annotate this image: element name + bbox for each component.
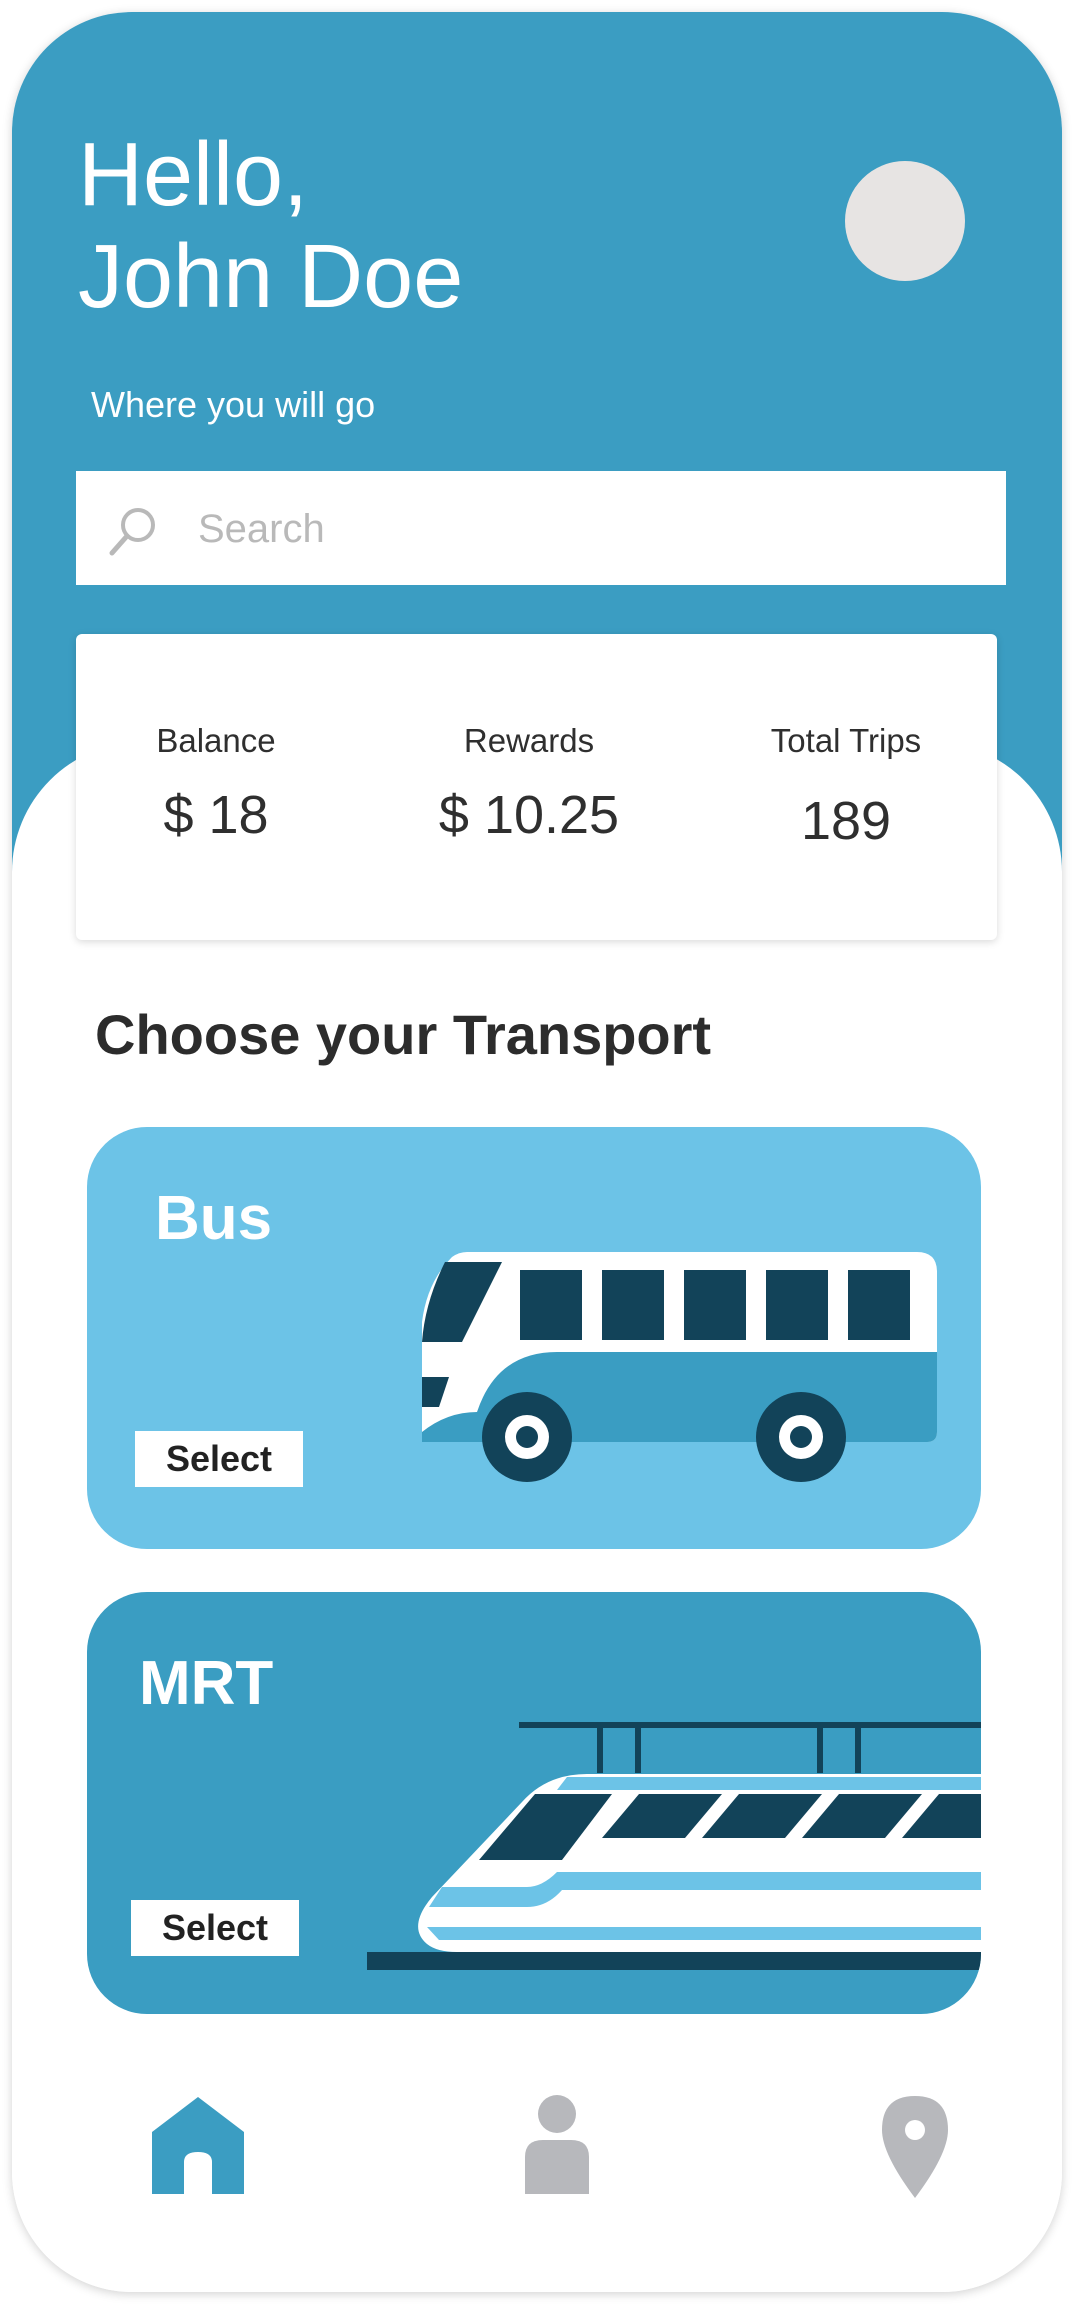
user-icon[interactable] <box>507 2092 607 2202</box>
nav-location[interactable] <box>865 2092 965 2202</box>
greeting: Hello, John Doe <box>78 124 463 328</box>
stat-label: Total Trips <box>770 722 922 759</box>
transport-name: Bus <box>155 1184 273 1253</box>
stat-label: Rewards <box>463 722 595 759</box>
stat-value: 189 <box>800 791 892 851</box>
search-icon[interactable] <box>104 501 164 561</box>
subtitle: Where you will go <box>91 384 376 425</box>
greeting-line-1: Hello, <box>78 125 309 225</box>
stat-value: $ 18 <box>163 785 269 845</box>
home-icon[interactable] <box>148 2092 248 2202</box>
transport-name: MRT <box>139 1649 274 1718</box>
phone-frame: Hello, John Doe Where you will go Balanc… <box>12 12 1062 2292</box>
transport-card-mrt[interactable]: MRT Select <box>87 1592 981 2014</box>
select-mrt-button[interactable]: Select <box>131 1900 299 1956</box>
stats-card: Balance $ 18 Rewards $ 10.25 Total Trips… <box>76 634 997 940</box>
train-illustration <box>367 1722 981 1970</box>
avatar[interactable] <box>845 161 965 281</box>
transport-card-bus[interactable]: Bus Select <box>87 1127 981 1549</box>
user-name: John Doe <box>78 227 464 327</box>
bottom-navigation <box>12 2092 1062 2222</box>
location-pin-icon[interactable] <box>865 2092 965 2202</box>
search-input[interactable] <box>196 493 980 565</box>
nav-profile[interactable] <box>507 2092 607 2202</box>
stat-label: Balance <box>156 722 276 759</box>
select-bus-button[interactable]: Select <box>135 1431 303 1487</box>
nav-home[interactable] <box>148 2092 248 2202</box>
search-bar[interactable] <box>76 471 1006 585</box>
stat-value: $ 10.25 <box>438 785 620 845</box>
section-title: Choose your Transport <box>95 1003 712 1066</box>
bus-illustration <box>422 1252 937 1482</box>
